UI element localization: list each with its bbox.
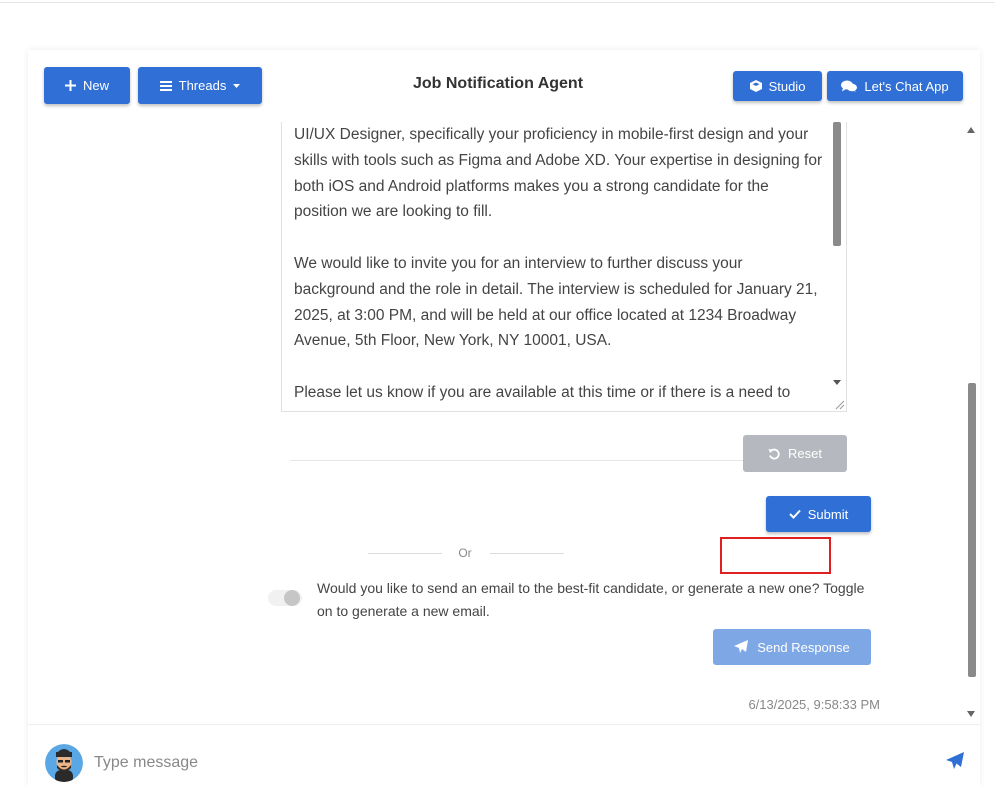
send-response-button[interactable]: Send Response [713, 629, 871, 665]
scroll-down-arrow[interactable] [967, 711, 975, 717]
email-body-textarea[interactable]: UI/UX Designer, specifically your profic… [281, 122, 847, 412]
highlight-box [720, 537, 831, 574]
threads-label: Threads [178, 78, 227, 93]
message-timestamp: 6/13/2025, 9:58:33 PM [748, 697, 880, 712]
submit-button[interactable]: Submit [766, 496, 871, 532]
studio-button[interactable]: Studio [733, 71, 822, 101]
textarea-scrollbar-thumb[interactable] [833, 122, 841, 246]
page-title: Job Notification Agent [412, 75, 584, 92]
toggle-description: Would you like to send an email to the b… [317, 580, 865, 619]
new-thread-button[interactable]: New [44, 67, 130, 104]
message-input[interactable] [94, 749, 914, 777]
footer-divider [28, 724, 980, 725]
reset-button[interactable]: Reset [743, 435, 847, 472]
or-label: Or [458, 546, 472, 560]
avatar [45, 744, 83, 782]
or-divider-left [368, 553, 442, 554]
send-response-label: Send Response [757, 639, 850, 655]
caret-down-icon [233, 83, 241, 88]
cube-icon [749, 80, 762, 92]
undo-icon [768, 448, 780, 459]
studio-label: Studio [768, 78, 806, 94]
lets-chat-app-button[interactable]: Let's Chat App [827, 71, 963, 101]
send-icon[interactable] [946, 752, 964, 770]
list-icon [159, 80, 172, 91]
check-icon [789, 509, 801, 519]
paper-plane-icon [734, 640, 749, 653]
plus-icon [64, 80, 76, 91]
new-thread-label: New [82, 78, 109, 93]
comments-icon [841, 80, 858, 92]
chat-scrollbar-thumb[interactable] [968, 383, 976, 677]
scroll-up-arrow[interactable] [967, 127, 975, 133]
lets-chat-app-label: Let's Chat App [864, 78, 949, 94]
top-border [0, 0, 995, 3]
toggle-knob [284, 590, 300, 606]
reset-label: Reset [788, 446, 822, 461]
resize-grip-icon[interactable] [831, 396, 845, 410]
email-body-text: UI/UX Designer, specifically your profic… [294, 126, 823, 401]
threads-dropdown-button[interactable]: Threads [138, 67, 262, 104]
textarea-scroll-down-arrow[interactable] [833, 380, 841, 385]
section-divider [290, 460, 750, 461]
or-divider-right [490, 553, 564, 554]
submit-label: Submit [807, 506, 849, 522]
